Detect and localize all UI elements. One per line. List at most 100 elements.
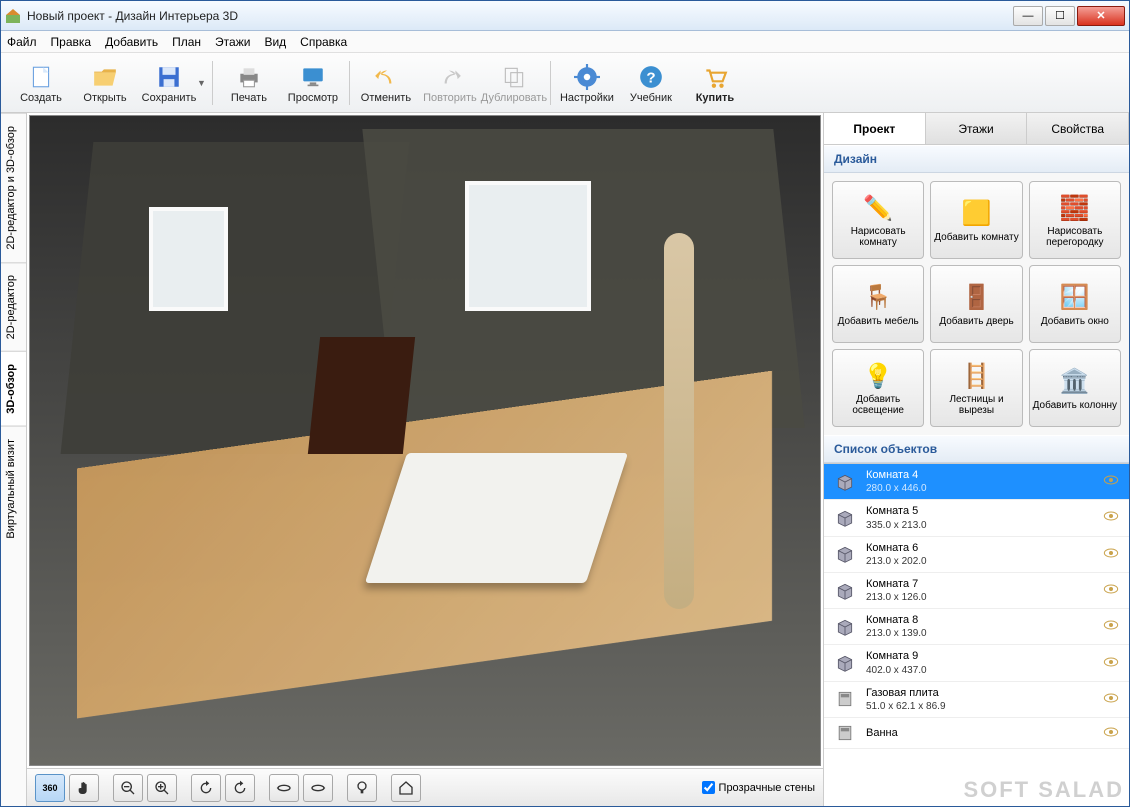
duplicate-button[interactable]: Дублировать xyxy=(482,56,546,110)
appliance-icon xyxy=(832,722,858,744)
tab-properties[interactable]: Свойства xyxy=(1027,113,1129,144)
stairs-icon: 🪜 xyxy=(960,360,992,392)
object-label: Газовая плита51.0 x 62.1 x 86.9 xyxy=(866,686,1095,713)
object-list-item[interactable]: Комната 9402.0 x 437.0 xyxy=(824,645,1129,681)
stairs-button[interactable]: 🪜Лестницы и вырезы xyxy=(930,349,1022,427)
zoom-in-icon xyxy=(154,780,170,796)
pan-button[interactable] xyxy=(69,774,99,802)
add-window-button[interactable]: 🪟Добавить окно xyxy=(1029,265,1121,343)
app-window: Новый проект - Дизайн Интерьера 3D — ☐ ✕… xyxy=(0,0,1130,807)
orbit-right-button[interactable] xyxy=(303,774,333,802)
minimize-button[interactable]: — xyxy=(1013,6,1043,26)
room-add-icon: 🟨 xyxy=(960,198,992,230)
menu-add[interactable]: Добавить xyxy=(105,35,158,49)
window-icon: 🪟 xyxy=(1059,282,1091,314)
visibility-eye-icon[interactable] xyxy=(1103,475,1121,488)
add-column-button[interactable]: 🏛️Добавить колонну xyxy=(1029,349,1121,427)
design-section-header: Дизайн xyxy=(824,145,1129,173)
room-box-icon xyxy=(832,580,858,602)
home-view-button[interactable] xyxy=(391,774,421,802)
3d-viewport[interactable] xyxy=(29,115,821,766)
menu-edit[interactable]: Правка xyxy=(51,35,92,49)
visibility-eye-icon[interactable] xyxy=(1103,584,1121,597)
tab-project[interactable]: Проект xyxy=(824,113,926,144)
object-label: Комната 4280.0 x 446.0 xyxy=(866,468,1095,495)
close-button[interactable]: ✕ xyxy=(1077,6,1125,26)
object-list-item[interactable]: Комната 4280.0 x 446.0 xyxy=(824,464,1129,500)
tab-floors[interactable]: Этажи xyxy=(926,113,1028,144)
room-box-icon xyxy=(832,652,858,674)
cart-icon xyxy=(700,62,730,92)
menu-plan[interactable]: План xyxy=(172,35,201,49)
menu-view[interactable]: Вид xyxy=(264,35,286,49)
object-label: Ванна xyxy=(866,726,1095,740)
dropdown-arrow-icon[interactable]: ▼ xyxy=(197,78,206,88)
lighting-button[interactable] xyxy=(347,774,377,802)
object-list-item[interactable]: Комната 8213.0 x 139.0 xyxy=(824,609,1129,645)
visibility-eye-icon[interactable] xyxy=(1103,511,1121,524)
buy-button[interactable]: Купить xyxy=(683,56,747,110)
visibility-eye-icon[interactable] xyxy=(1103,548,1121,561)
toolbar-divider xyxy=(349,61,350,105)
left-tab-strip: 2D-редактор и 3D-обзор 2D-редактор 3D-об… xyxy=(1,113,27,806)
transparent-walls-checkbox[interactable]: Прозрачные стены xyxy=(702,781,815,794)
scene-window xyxy=(149,207,228,311)
draw-wall-button[interactable]: 🧱Нарисовать перегородку xyxy=(1029,181,1121,259)
add-furniture-button[interactable]: 🪑Добавить мебель xyxy=(832,265,924,343)
viewport-column: 360 Прозрачные стены xyxy=(27,113,823,806)
room-box-icon xyxy=(832,543,858,565)
zoom-out-icon xyxy=(120,780,136,796)
menu-floors[interactable]: Этажи xyxy=(215,35,250,49)
column-icon: 🏛️ xyxy=(1059,366,1091,398)
chair-icon: 🪑 xyxy=(862,282,894,314)
object-list-item[interactable]: Комната 7213.0 x 126.0 xyxy=(824,573,1129,609)
zoom-out-button[interactable] xyxy=(113,774,143,802)
menu-file[interactable]: Файл xyxy=(7,35,37,49)
title-bar: Новый проект - Дизайн Интерьера 3D — ☐ ✕ xyxy=(1,1,1129,31)
new-file-icon xyxy=(26,62,56,92)
tutorial-button[interactable]: ?Учебник xyxy=(619,56,683,110)
home-icon xyxy=(398,780,414,796)
main-toolbar: Создать Открыть Сохранить ▼ Печать Просм… xyxy=(1,53,1129,113)
scene-bed xyxy=(364,453,627,583)
object-list-item[interactable]: Газовая плита51.0 x 62.1 x 86.9 xyxy=(824,682,1129,718)
add-room-button[interactable]: 🟨Добавить комнату xyxy=(930,181,1022,259)
scene-window xyxy=(465,181,591,311)
orbit-left-button[interactable] xyxy=(269,774,299,802)
zoom-in-button[interactable] xyxy=(147,774,177,802)
open-button[interactable]: Открыть xyxy=(73,56,137,110)
view-360-button[interactable]: 360 xyxy=(35,774,65,802)
tab-2d-3d-combo[interactable]: 2D-редактор и 3D-обзор xyxy=(1,113,26,262)
object-list-item[interactable]: Комната 5335.0 x 213.0 xyxy=(824,500,1129,536)
tab-3d-view[interactable]: 3D-обзор xyxy=(1,351,26,426)
maximize-button[interactable]: ☐ xyxy=(1045,6,1075,26)
save-button[interactable]: Сохранить xyxy=(137,56,201,110)
visibility-eye-icon[interactable] xyxy=(1103,620,1121,633)
add-door-button[interactable]: 🚪Добавить дверь xyxy=(930,265,1022,343)
undo-button[interactable]: Отменить xyxy=(354,56,418,110)
draw-room-button[interactable]: ✏️Нарисовать комнату xyxy=(832,181,924,259)
create-button[interactable]: Создать xyxy=(9,56,73,110)
object-list[interactable]: Комната 4280.0 x 446.0 Комната 5335.0 x 2… xyxy=(824,463,1129,806)
menu-help[interactable]: Справка xyxy=(300,35,347,49)
object-list-item[interactable]: Ванна xyxy=(824,718,1129,749)
light-icon: 💡 xyxy=(862,360,894,392)
object-label: Комната 7213.0 x 126.0 xyxy=(866,577,1095,604)
room-box-icon xyxy=(832,471,858,493)
tab-virtual-visit[interactable]: Виртуальный визит xyxy=(1,426,26,551)
rotate-right-button[interactable] xyxy=(225,774,255,802)
settings-button[interactable]: Настройки xyxy=(555,56,619,110)
app-icon xyxy=(5,8,21,24)
preview-button[interactable]: Просмотр xyxy=(281,56,345,110)
add-light-button[interactable]: 💡Добавить освещение xyxy=(832,349,924,427)
visibility-eye-icon[interactable] xyxy=(1103,727,1121,740)
design-tools-grid: ✏️Нарисовать комнату 🟨Добавить комнату 🧱… xyxy=(824,173,1129,435)
scene-dresser xyxy=(308,337,415,454)
visibility-eye-icon[interactable] xyxy=(1103,693,1121,706)
rotate-left-button[interactable] xyxy=(191,774,221,802)
print-button[interactable]: Печать xyxy=(217,56,281,110)
tab-2d-editor[interactable]: 2D-редактор xyxy=(1,262,26,351)
object-list-item[interactable]: Комната 6213.0 x 202.0 xyxy=(824,537,1129,573)
redo-button[interactable]: Повторить xyxy=(418,56,482,110)
visibility-eye-icon[interactable] xyxy=(1103,657,1121,670)
